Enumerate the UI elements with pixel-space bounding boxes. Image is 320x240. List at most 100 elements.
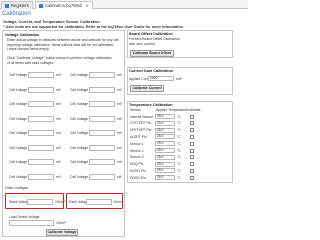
temp-sensor-name: Sensor 2: [130, 148, 144, 153]
cell-voltage-7-input[interactable]: [28, 115, 54, 122]
temp-calibrate-checkbox[interactable]: [190, 141, 194, 146]
temp-sensor-name: Sensor 3: [130, 155, 144, 160]
temp-applied-input[interactable]: 25.0: [155, 168, 175, 174]
cell-voltage-15-input[interactable]: [28, 173, 54, 180]
tab-registers[interactable]: Registers: [1, 1, 33, 9]
temp-calibrate-checkbox[interactable]: [190, 128, 194, 133]
cell-voltage-15-unit: mV: [56, 174, 62, 179]
calibrate-current-button[interactable]: Calibrate Current: [130, 85, 164, 92]
temp-applied-input[interactable]: 25.0: [155, 127, 175, 133]
board-offset-title: Board Offset Calibration: [129, 32, 173, 36]
temp-unit: °C: [177, 175, 181, 180]
temp-applied-input[interactable]: 25.0: [155, 175, 175, 181]
applied-current-input[interactable]: 2000: [148, 76, 174, 81]
temp-applied-input[interactable]: 25.0: [155, 114, 175, 119]
cell-voltage-12-input[interactable]: [89, 144, 115, 151]
stack-voltage-input[interactable]: [27, 199, 53, 205]
tab-calibration[interactable]: Calibration bq769x2 ✕: [35, 1, 93, 9]
voltage-desc2-1: Click "Calibrate Voltage" button below t…: [7, 56, 112, 60]
cell-voltage-13-unit: mV: [56, 160, 62, 164]
header-line-1: Voltage, Current, and Temperature Sensor…: [3, 20, 100, 24]
cell-voltage-16-unit: mV: [117, 174, 123, 179]
cell-voltage-11-input[interactable]: [28, 144, 54, 151]
cell-voltage-1-label: Cell Voltage 1: [9, 73, 30, 77]
temp-calibrate-checkbox[interactable]: [190, 175, 194, 180]
voltage-desc-2: requiring voltage calibration. Items wit…: [7, 42, 114, 47]
close-icon[interactable]: ✕: [85, 3, 89, 8]
cell-voltage-3-input[interactable]: [28, 86, 54, 93]
cell-voltage-3-unit: mV: [56, 87, 62, 92]
voltage-calibration-title: Voltage Calibration: [5, 33, 40, 37]
temp-applied-input[interactable]: 25.0: [155, 141, 175, 147]
calibrate-board-offset-button[interactable]: Calibrate Board Offset: [130, 50, 174, 57]
temp-applied-input[interactable]: 25.0: [155, 134, 175, 140]
col-calibrate-header: Calibrate: [187, 108, 201, 112]
temp-sensor-name: HDQ Pin: [130, 162, 144, 167]
cell-voltage-5-input[interactable]: [28, 101, 54, 107]
temp-calibrate-checkbox[interactable]: [190, 155, 194, 160]
temp-unit: °C: [177, 134, 181, 139]
temp-sensor-name: DFETOFF Pin: [130, 128, 152, 133]
temp-applied-input[interactable]: 25.0: [155, 120, 175, 126]
temp-calibrate-checkbox[interactable]: [190, 114, 194, 119]
cell-voltage-1-input[interactable]: [28, 72, 54, 78]
cell-voltage-13-input[interactable]: [28, 159, 54, 165]
temp-unit: °C: [177, 128, 181, 133]
cell-voltage-11-unit: mV: [56, 145, 62, 150]
page-title: Calibration: [2, 11, 31, 17]
cell-voltage-14-input[interactable]: [89, 159, 115, 165]
pack-voltage-input[interactable]: [86, 199, 112, 205]
cell-voltage-4-input[interactable]: [89, 86, 115, 93]
calibration-icon: [39, 3, 43, 8]
temp-calibrate-checkbox[interactable]: [190, 168, 194, 173]
cell-voltage-7-unit: mV: [56, 116, 62, 121]
temp-sensor-name: DCHG Pin: [130, 168, 146, 173]
temp-applied-input[interactable]: 25.0: [155, 148, 175, 153]
temp-unit: °C: [177, 141, 181, 146]
cell-voltage-14-unit: mV: [117, 160, 123, 164]
col-applied-header: Applied Temperature: [156, 108, 188, 112]
cell-voltage-2-input[interactable]: [89, 72, 115, 78]
temp-sensor-name: ALERT Pin: [130, 134, 147, 139]
registers-icon: [5, 3, 9, 8]
cell-voltage-12-unit: mV: [117, 145, 123, 150]
cell-voltage-8-label: Cell Voltage 8: [70, 116, 91, 121]
cell-voltage-6-input[interactable]: [89, 101, 115, 107]
temp-sensor-name: Internal Sensor: [130, 114, 153, 119]
load-detect-unit: 10mV*: [56, 221, 67, 225]
cell-voltage-8-unit: mV: [117, 116, 123, 121]
temp-calibrate-checkbox[interactable]: [190, 148, 194, 153]
cell-voltage-16-input[interactable]: [89, 173, 115, 180]
load-detect-input[interactable]: [9, 220, 54, 226]
applied-current-unit: mA*: [176, 77, 183, 81]
cell-voltage-6-label: Cell Voltage 6: [70, 102, 91, 106]
cell-voltage-10-unit: mV: [117, 131, 123, 135]
other-voltages-label: Other Voltages: [5, 186, 29, 190]
current-gain-title: Current Gain Calibration: [129, 69, 174, 73]
cell-voltage-6-unit: mV: [117, 102, 123, 106]
cell-voltage-10-input[interactable]: [89, 130, 115, 136]
temp-unit: °C: [177, 114, 181, 119]
tab-label: Registers: [11, 3, 29, 8]
cell-voltage-4-label: Cell Voltage 4: [70, 87, 91, 92]
pack-voltage-unit: 10mV*: [113, 200, 124, 204]
load-detect-label: Load Detect Voltage: [9, 215, 40, 219]
cell-voltage-9-input[interactable]: [28, 130, 54, 136]
temp-unit: °C: [177, 148, 181, 153]
temp-calibrate-checkbox[interactable]: [190, 121, 194, 126]
temp-applied-input[interactable]: 25.0: [155, 161, 175, 167]
voltage-desc2-2: of all items with valid voltages.: [7, 60, 55, 65]
temp-sensor-name: CFETOFF Pin: [130, 121, 152, 126]
cell-voltage-4-unit: mV: [117, 87, 123, 92]
temp-applied-input[interactable]: 25.0: [155, 154, 175, 160]
temp-calibrate-checkbox[interactable]: [190, 162, 194, 167]
header-line-2: * User units are not supported for calib…: [3, 25, 183, 29]
cell-voltage-5-label: Cell Voltage 5: [9, 102, 30, 106]
tab-label: Calibration bq769x2: [45, 3, 83, 8]
cell-voltage-8-input[interactable]: [89, 115, 115, 122]
cell-voltage-5-unit: mV: [56, 102, 62, 106]
calibrate-voltage-button[interactable]: Calibrate Voltage: [46, 229, 78, 236]
cell-voltage-1-unit: mV: [56, 73, 62, 77]
temp-calibrate-checkbox[interactable]: [190, 134, 194, 139]
cell-voltage-7-label: Cell Voltage 7: [9, 116, 30, 121]
